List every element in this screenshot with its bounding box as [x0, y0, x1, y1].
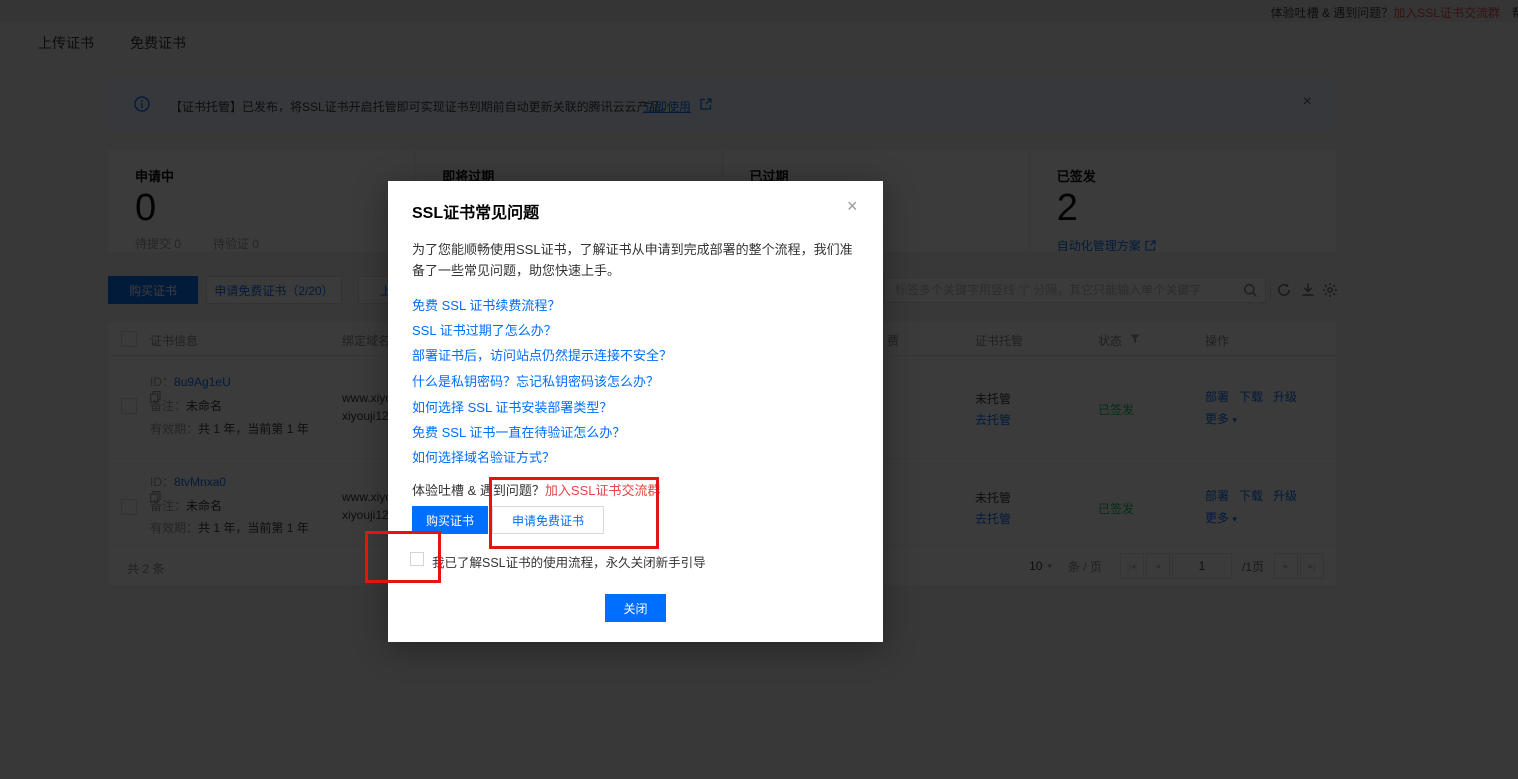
close-dialog-button[interactable]: 关闭	[605, 594, 666, 622]
faq-link-deploy-type[interactable]: 如何选择 SSL 证书安装部署类型？	[412, 397, 612, 416]
faq-link-renew[interactable]: 免费 SSL 证书续费流程？	[412, 295, 560, 314]
ssl-console-page: 体验吐槽 & 遇到问题？加入SSL证书交流群帮 上传证书 免费证书 【证书托管】…	[0, 0, 1518, 779]
dialog-intro: 为了您能顺畅使用SSL证书，了解证书从申请到完成部署的整个流程，我们准备了一些常…	[412, 239, 864, 281]
faq-link-insecure[interactable]: 部署证书后，访问站点仍然提示连接不安全？	[412, 345, 672, 364]
faq-link-domain-verify[interactable]: 如何选择域名验证方式？	[412, 447, 555, 466]
faq-link-private-key[interactable]: 什么是私钥密码？忘记私钥密码该怎么办？	[412, 371, 659, 390]
ssl-faq-dialog: SSL证书常见问题 × 为了您能顺畅使用SSL证书，了解证书从申请到完成部署的整…	[388, 181, 883, 642]
annotation-box-checkbox	[365, 531, 441, 583]
faq-link-expired[interactable]: SSL 证书过期了怎么办？	[412, 320, 557, 339]
annotation-box-group-link	[489, 477, 659, 549]
dialog-title: SSL证书常见问题	[412, 199, 539, 223]
dont-show-again-label: 我已了解SSL证书的使用流程，永久关闭新手引导	[432, 552, 706, 571]
faq-link-pending-verify[interactable]: 免费 SSL 证书一直在待验证怎么办？	[412, 422, 625, 441]
dialog-close-icon[interactable]: ×	[847, 197, 858, 215]
buy-cert-button[interactable]: 购买证书	[412, 506, 488, 534]
